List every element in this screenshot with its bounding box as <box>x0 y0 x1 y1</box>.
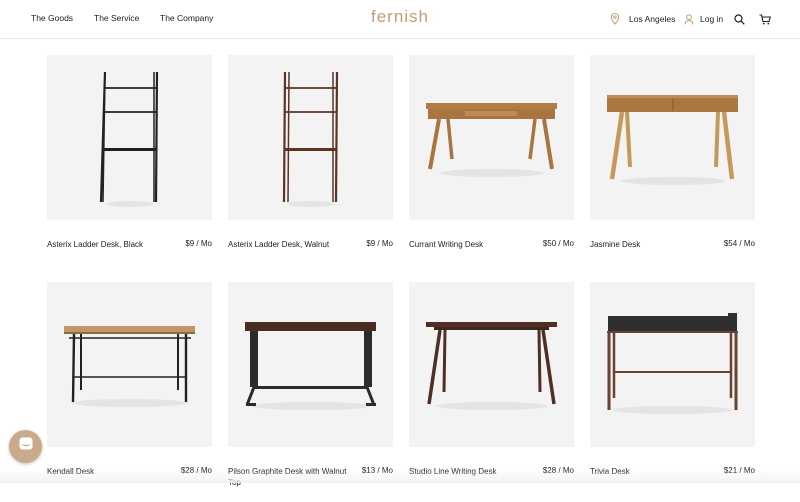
login-link[interactable]: Log in <box>684 12 723 26</box>
product-price: $9 / Mo <box>185 239 212 248</box>
product-image[interactable] <box>409 55 574 220</box>
product-name[interactable]: Jasmine Desk <box>590 239 720 250</box>
user-icon <box>684 13 694 25</box>
product-card[interactable]: Jasmine Desk $54 / Mo <box>590 55 755 275</box>
product-name[interactable]: Currant Writing Desk <box>409 239 539 250</box>
product-card[interactable]: Kendall Desk $28 / Mo <box>47 282 212 502</box>
product-image[interactable] <box>228 282 393 447</box>
currant-writing-desk-image <box>426 103 557 177</box>
product-price: $50 / Mo <box>542 239 574 248</box>
location-selector[interactable]: Los Angeles <box>610 12 675 26</box>
product-card[interactable]: Asterix Ladder Desk, Black $9 / Mo <box>47 55 212 275</box>
product-card[interactable]: Trivia Desk $21 / Mo <box>590 282 755 502</box>
product-price: $54 / Mo <box>723 239 755 248</box>
product-image[interactable] <box>590 55 755 220</box>
product-image[interactable] <box>590 282 755 447</box>
location-label: Los Angeles <box>629 14 676 24</box>
product-image[interactable] <box>228 55 393 220</box>
product-name[interactable]: Asterix Ladder Desk, Walnut <box>228 239 358 250</box>
product-image[interactable] <box>47 282 212 447</box>
search-button[interactable] <box>734 12 745 26</box>
location-pin-icon <box>610 13 620 25</box>
kendall-desk-image <box>64 326 195 407</box>
logo[interactable]: fernish <box>0 7 800 27</box>
search-icon <box>734 13 745 25</box>
chat-launcher-button[interactable] <box>9 430 42 463</box>
ladder-desk-black-image <box>99 71 159 207</box>
site-header: The Goods The Service The Company fernis… <box>0 0 800 39</box>
product-card[interactable]: Pilson Graphite Desk with Walnut Top $13… <box>228 282 393 502</box>
product-name[interactable]: Asterix Ladder Desk, Black <box>47 239 177 250</box>
jasmine-desk-image <box>607 95 738 185</box>
product-card[interactable]: Studio Line Writing Desk $28 / Mo <box>409 282 574 502</box>
pilson-graphite-desk-image <box>245 322 376 410</box>
ladder-desk-walnut-image <box>282 71 339 207</box>
bottom-fade <box>0 470 800 483</box>
studio-line-writing-desk-image <box>426 322 557 410</box>
product-card[interactable]: Currant Writing Desk $50 / Mo <box>409 55 574 275</box>
product-card[interactable]: Asterix Ladder Desk, Walnut $9 / Mo <box>228 55 393 275</box>
trivia-desk-image <box>607 313 738 414</box>
product-image[interactable] <box>409 282 574 447</box>
chat-icon <box>18 436 34 457</box>
product-price: $9 / Mo <box>366 239 393 248</box>
login-label: Log in <box>700 14 724 24</box>
cart-button[interactable] <box>759 12 771 26</box>
product-image[interactable] <box>47 55 212 220</box>
cart-icon <box>759 13 771 25</box>
